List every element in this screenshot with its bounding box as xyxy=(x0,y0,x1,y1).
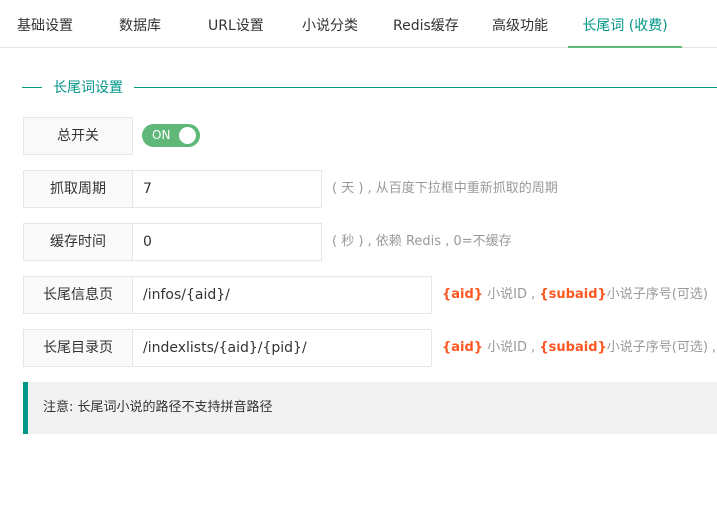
switch-knob xyxy=(179,127,196,144)
tab-url-settings[interactable]: URL设置 xyxy=(208,0,264,48)
cache-time-hint: ( 秒 ) , 依赖 Redis , 0=不缓存 xyxy=(332,234,512,249)
info-page-label: 长尾信息页 xyxy=(23,276,133,314)
section-header: 长尾词设置 xyxy=(22,78,717,98)
tab-redis-cache[interactable]: Redis缓存 xyxy=(393,0,459,48)
fetch-cycle-input[interactable]: 7 xyxy=(132,170,322,208)
tab-bar: 基础设置 数据库 URL设置 小说分类 Redis缓存 高级功能 长尾词 (收费… xyxy=(0,0,717,48)
cache-time-label: 缓存时间 xyxy=(23,223,133,261)
hint-text: 小说ID , xyxy=(483,287,540,302)
tab-advanced[interactable]: 高级功能 xyxy=(492,0,548,48)
hint-text: 小说ID , xyxy=(483,340,540,355)
cache-time-input[interactable]: 0 xyxy=(132,223,322,261)
dir-page-input[interactable]: /indexlists/{aid}/{pid}/ xyxy=(132,329,432,367)
info-page-input[interactable]: /infos/{aid}/ xyxy=(132,276,432,314)
notice-text: 注意: 长尾词小说的路径不支持拼音路径 xyxy=(43,400,273,415)
hint-var-aid: {aid} xyxy=(442,340,484,355)
switch-state-text: ON xyxy=(152,128,171,142)
dir-page-label: 长尾目录页 xyxy=(23,329,133,367)
hint-text: 小说子序号(可选) , xyxy=(606,340,717,355)
master-switch-toggle[interactable]: ON xyxy=(142,124,200,147)
section-title: 长尾词设置 xyxy=(53,80,123,96)
section-line-right xyxy=(134,87,717,88)
notice-box: 注意: 长尾词小说的路径不支持拼音路径 xyxy=(23,382,717,434)
master-switch-label: 总开关 xyxy=(23,117,133,155)
tab-database[interactable]: 数据库 xyxy=(119,0,161,48)
hint-var-subaid: {subaid} xyxy=(539,287,607,302)
hint-var-aid: {aid} xyxy=(442,287,484,302)
dir-page-hint: {aid} 小说ID , {subaid}小说子序号(可选) , {p xyxy=(442,338,717,358)
fetch-cycle-label: 抓取周期 xyxy=(23,170,133,208)
hint-text: 小说子序号(可选) xyxy=(606,287,708,302)
tab-long-tail[interactable]: 长尾词 (收费) xyxy=(568,0,682,48)
tab-basic-settings[interactable]: 基础设置 xyxy=(17,0,73,48)
tab-novel-category[interactable]: 小说分类 xyxy=(302,0,358,48)
fetch-cycle-hint: ( 天 ) , 从百度下拉框中重新抓取的周期 xyxy=(332,181,558,196)
section-line-left xyxy=(22,87,42,88)
info-page-hint: {aid} 小说ID , {subaid}小说子序号(可选) xyxy=(442,285,717,305)
hint-var-subaid: {subaid} xyxy=(539,340,607,355)
